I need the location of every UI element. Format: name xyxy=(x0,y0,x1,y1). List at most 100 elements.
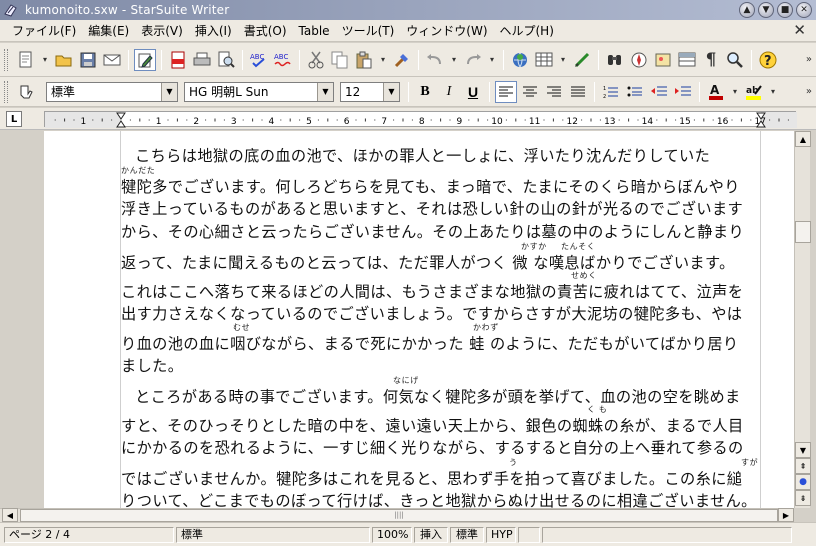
horizontal-scroll-thumb[interactable]: |||| xyxy=(20,509,778,522)
undo-icon[interactable] xyxy=(424,49,446,71)
hyperlink-mode-indicator[interactable]: HYP xyxy=(486,526,516,543)
chevron-down-icon[interactable]: ▼ xyxy=(317,82,333,101)
nonprinting-characters-icon[interactable]: ¶ xyxy=(700,49,722,71)
document-text[interactable]: こちらは地獄の底の血の池で、ほかの罪人と一しょに、浮いたり沈んだりしていた かん… xyxy=(121,145,765,508)
cut-icon[interactable] xyxy=(305,49,327,71)
mail-icon[interactable] xyxy=(101,49,123,71)
menu-file[interactable]: ファイル(F) xyxy=(6,21,82,41)
ruby-text: かわず xyxy=(473,323,499,333)
menu-help[interactable]: ヘルプ(H) xyxy=(494,21,560,41)
new-dropdown-icon[interactable]: ▾ xyxy=(39,49,51,71)
new-document-icon[interactable] xyxy=(15,49,37,71)
table-dropdown-icon[interactable]: ▾ xyxy=(557,49,569,71)
app-icon[interactable] xyxy=(3,2,19,18)
font-color-icon[interactable]: A xyxy=(705,81,727,103)
highlight-icon[interactable]: ab xyxy=(743,81,765,103)
menu-format[interactable]: 書式(O) xyxy=(238,21,293,41)
scroll-down-icon[interactable]: ▼ xyxy=(795,442,811,458)
menu-tools[interactable]: ツール(T) xyxy=(336,21,401,41)
spellcheck-icon[interactable]: ABC xyxy=(248,49,270,71)
menu-insert[interactable]: 挿入(I) xyxy=(189,21,238,41)
chevron-down-icon[interactable]: ▼ xyxy=(161,82,177,101)
paragraph-style-select[interactable]: 標準 ▼ xyxy=(46,81,178,102)
horizontal-scrollbar[interactable]: ◀ |||| ▶ xyxy=(0,508,794,522)
font-name-select[interactable]: HG 明朝L Sun ▼ xyxy=(184,81,334,102)
scroll-left-icon[interactable]: ◀ xyxy=(2,508,18,522)
horizontal-ruler[interactable]: 11234567891011121314151617 xyxy=(44,111,797,128)
scroll-up-icon[interactable]: ▲ xyxy=(795,131,811,147)
align-center-icon[interactable] xyxy=(519,81,541,103)
paste-dropdown-icon[interactable]: ▾ xyxy=(377,49,389,71)
toolbar-grip[interactable] xyxy=(4,48,8,71)
table-icon[interactable] xyxy=(533,49,555,71)
redo-icon[interactable] xyxy=(462,49,484,71)
help-icon[interactable]: ? xyxy=(757,49,779,71)
styles-formatting-icon[interactable] xyxy=(15,81,37,103)
print-preview-icon[interactable] xyxy=(215,49,237,71)
navigator-icon[interactable] xyxy=(628,49,650,71)
gallery-icon[interactable] xyxy=(652,49,674,71)
show-draw-functions-icon[interactable] xyxy=(571,49,593,71)
align-right-icon[interactable] xyxy=(543,81,565,103)
minimize-button[interactable]: ▼ xyxy=(758,2,774,18)
ruby-text: せめく xyxy=(571,270,597,280)
close-document-icon[interactable]: ✕ xyxy=(793,21,806,39)
zoom-indicator[interactable]: 100% xyxy=(372,526,412,543)
decrease-indent-icon[interactable] xyxy=(648,81,670,103)
increase-indent-icon[interactable] xyxy=(672,81,694,103)
menu-table[interactable]: Table xyxy=(293,21,336,41)
justify-icon[interactable] xyxy=(567,81,589,103)
page-style-indicator[interactable]: 標準 xyxy=(176,526,370,543)
undo-dropdown-icon[interactable]: ▾ xyxy=(448,49,460,71)
ruby-text: たんそく xyxy=(561,241,596,251)
zoom-icon[interactable] xyxy=(724,49,746,71)
align-left-icon[interactable] xyxy=(495,80,517,103)
paste-icon[interactable] xyxy=(353,49,375,71)
navigation-icon[interactable]: ● xyxy=(795,474,811,490)
toolbar-overflow-icon[interactable]: » xyxy=(806,86,812,97)
edit-mode-icon[interactable] xyxy=(134,48,156,71)
bullets-icon[interactable] xyxy=(624,81,646,103)
ruler-label: 10 xyxy=(491,117,503,127)
previous-page-icon[interactable]: ⇞ xyxy=(795,458,811,474)
print-icon[interactable] xyxy=(191,49,213,71)
autospellcheck-icon[interactable]: ABC xyxy=(272,49,294,71)
scroll-right-icon[interactable]: ▶ xyxy=(778,508,794,522)
highlight-dropdown-icon[interactable]: ▾ xyxy=(767,81,779,103)
ruler-bar: L 11234567891011121314151617 xyxy=(0,108,816,130)
toolbar-overflow-icon[interactable]: » xyxy=(806,54,812,65)
data-sources-icon[interactable] xyxy=(676,49,698,71)
menu-view[interactable]: 表示(V) xyxy=(135,21,189,41)
font-size-select[interactable]: 12 ▼ xyxy=(340,81,400,102)
vertical-scrollbar[interactable]: ▲ ▼ ⇞ ● ⇟ xyxy=(794,131,811,508)
numbering-icon[interactable]: 12 xyxy=(600,81,622,103)
ruby-text: う xyxy=(509,457,518,467)
insert-mode-indicator[interactable]: 挿入 xyxy=(414,526,448,543)
italic-icon[interactable]: I xyxy=(438,81,460,103)
vertical-scroll-thumb[interactable] xyxy=(795,221,811,243)
menu-window[interactable]: ウィンドウ(W) xyxy=(400,21,493,41)
save-icon[interactable] xyxy=(77,49,99,71)
open-folder-icon[interactable] xyxy=(53,49,75,71)
export-pdf-icon[interactable] xyxy=(167,49,189,71)
shade-button[interactable]: ▲ xyxy=(739,2,755,18)
menu-edit[interactable]: 編集(E) xyxy=(82,21,135,41)
underline-icon[interactable]: U xyxy=(462,81,484,103)
hyperlink-icon[interactable] xyxy=(509,49,531,71)
find-replace-icon[interactable] xyxy=(604,49,626,71)
close-button[interactable]: ✕ xyxy=(796,2,812,18)
copy-icon[interactable] xyxy=(329,49,351,71)
maximize-button[interactable]: ■ xyxy=(777,2,793,18)
chevron-down-icon[interactable]: ▼ xyxy=(383,82,399,101)
redo-dropdown-icon[interactable]: ▾ xyxy=(486,49,498,71)
selection-mode-indicator[interactable]: 標準 xyxy=(450,526,484,543)
tab-type-button[interactable]: L xyxy=(6,111,22,127)
font-color-dropdown-icon[interactable]: ▾ xyxy=(729,81,741,103)
document-page[interactable]: こちらは地獄の底の血の池で、ほかの罪人と一しょに、浮いたり沈んだりしていた かん… xyxy=(44,131,794,508)
toolbar-grip[interactable] xyxy=(4,80,8,103)
formatting-toolbar: 標準 ▼ HG 明朝L Sun ▼ 12 ▼ B I U 12 A ▾ ab ▾… xyxy=(0,77,816,107)
bold-icon[interactable]: B xyxy=(414,81,436,103)
clone-formatting-icon[interactable] xyxy=(391,49,413,71)
next-page-icon[interactable]: ⇟ xyxy=(795,490,811,506)
page-indicator[interactable]: ページ 2 / 4 xyxy=(4,526,174,543)
